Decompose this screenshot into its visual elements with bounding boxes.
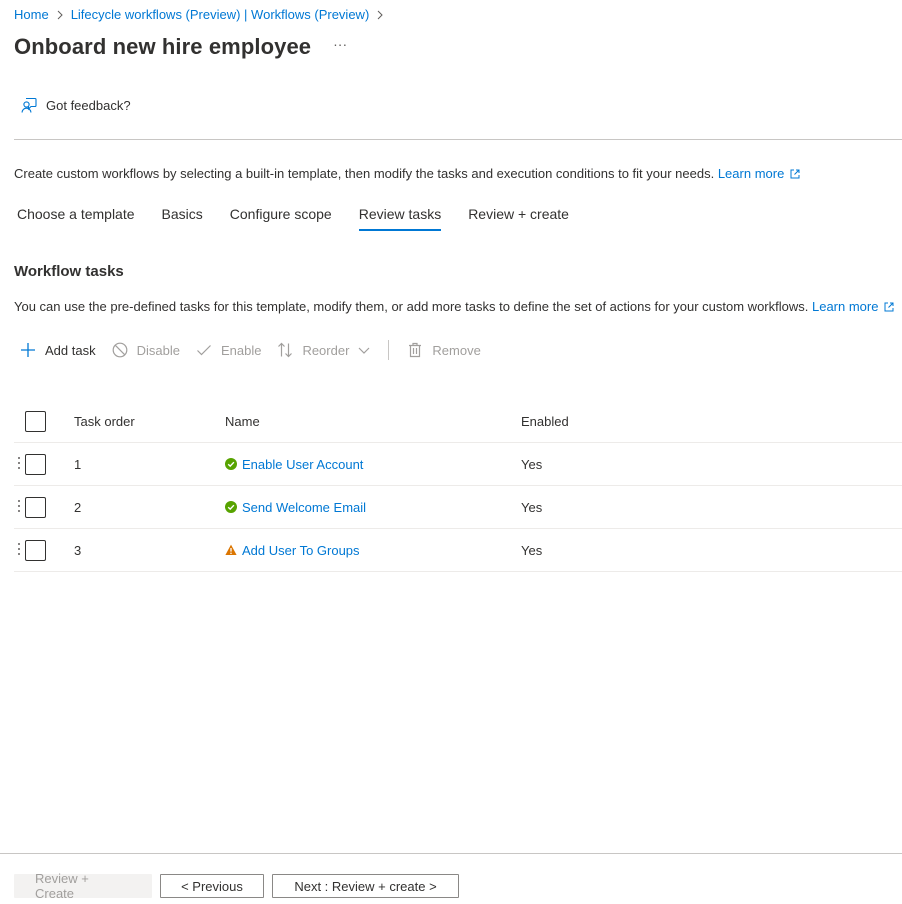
task-name-cell: Add User To Groups (225, 529, 360, 571)
task-name-link[interactable]: Add User To Groups (242, 543, 360, 558)
wizard-tabs: Choose a template Basics Configure scope… (17, 206, 596, 231)
column-header-task-order[interactable]: Task order (74, 400, 135, 442)
breadcrumb-workflows[interactable]: Lifecycle workflows (Preview) | Workflow… (71, 7, 370, 22)
success-icon (225, 501, 237, 513)
reorder-button[interactable]: Reorder (277, 342, 370, 358)
section-description-text: You can use the pre-defined tasks for th… (14, 299, 809, 314)
intro-description: Create custom workflows by selecting a b… (14, 166, 715, 181)
table-row: 3 Add User To Groups Yes (14, 529, 902, 572)
row-select-cell (25, 529, 46, 571)
chevron-right-icon (49, 10, 71, 20)
header-divider (14, 139, 902, 140)
tab-review-tasks[interactable]: Review tasks (358, 206, 442, 231)
task-name-cell: Enable User Account (225, 443, 363, 485)
task-name-cell: Send Welcome Email (225, 486, 366, 528)
column-header-name[interactable]: Name (225, 400, 260, 442)
drag-handle-icon[interactable] (17, 543, 21, 559)
page-header: Onboard new hire employee ··· (14, 34, 347, 60)
select-all-checkbox[interactable] (25, 410, 46, 432)
intro-learn-more-link[interactable]: Learn more (718, 166, 800, 181)
chevron-right-icon (369, 10, 391, 20)
trash-icon (409, 342, 422, 358)
breadcrumb: Home Lifecycle workflows (Preview) | Wor… (14, 7, 391, 22)
disable-button[interactable]: Disable (112, 342, 180, 358)
task-name-link[interactable]: Send Welcome Email (242, 500, 366, 515)
task-enabled: Yes (521, 456, 543, 472)
table-row: 1 Enable User Account Yes (14, 443, 902, 486)
feedback-label: Got feedback? (46, 97, 131, 113)
task-order: 1 (74, 456, 82, 472)
remove-button[interactable]: Remove (407, 342, 481, 358)
section-learn-more-link[interactable]: Learn more (812, 299, 894, 314)
table-header-row: Task order Name Enabled (14, 400, 902, 443)
enable-button[interactable]: Enable (196, 342, 261, 358)
previous-button[interactable]: < Previous (160, 874, 264, 898)
task-enabled: Yes (521, 499, 543, 515)
feedback-icon (21, 97, 37, 113)
checkmark-icon (197, 345, 211, 356)
drag-handle-icon[interactable] (17, 457, 21, 473)
row-checkbox[interactable] (25, 453, 46, 475)
warning-icon (225, 544, 237, 555)
tasks-table: Task order Name Enabled 1 Enable User Ac… (14, 400, 902, 572)
breadcrumb-home[interactable]: Home (14, 7, 49, 22)
plus-icon (21, 343, 35, 357)
tab-configure-scope[interactable]: Configure scope (230, 206, 332, 230)
task-enabled: Yes (521, 542, 543, 558)
drag-handle-icon[interactable] (17, 500, 21, 516)
tab-review-create[interactable]: Review + create (468, 206, 569, 230)
column-header-enabled[interactable]: Enabled (521, 400, 569, 442)
toolbar-divider (388, 340, 390, 360)
row-checkbox[interactable] (25, 496, 46, 518)
select-all-cell (25, 400, 46, 442)
intro-text: Create custom workflows by selecting a b… (14, 166, 800, 181)
tab-choose-template[interactable]: Choose a template (17, 206, 135, 230)
next-button[interactable]: Next : Review + create > (272, 874, 459, 898)
chevron-down-icon (358, 347, 370, 354)
success-icon (225, 458, 237, 470)
task-name-link[interactable]: Enable User Account (242, 457, 363, 472)
tab-basics[interactable]: Basics (162, 206, 203, 230)
row-checkbox[interactable] (25, 539, 46, 561)
reorder-icon (278, 342, 293, 358)
block-icon (112, 342, 127, 358)
row-select-cell (25, 486, 46, 528)
task-toolbar: Add task Disable Enable Reorder Remove (20, 339, 497, 361)
section-title: Workflow tasks (14, 263, 124, 280)
feedback-button[interactable]: Got feedback? (20, 96, 131, 114)
footer-divider (0, 853, 902, 854)
more-options-button[interactable]: ··· (333, 36, 347, 52)
task-order: 3 (74, 542, 82, 558)
external-link-icon (790, 169, 800, 179)
task-order: 2 (74, 499, 82, 515)
table-row: 2 Send Welcome Email Yes (14, 486, 902, 529)
page-title: Onboard new hire employee (14, 34, 312, 59)
review-create-button[interactable]: Review + Create (14, 871, 152, 901)
external-link-icon (884, 302, 894, 312)
add-task-button[interactable]: Add task (20, 342, 96, 358)
section-description: You can use the pre-defined tasks for th… (14, 299, 894, 314)
row-select-cell (25, 443, 46, 485)
wizard-footer: Review + Create < Previous Next : Review… (14, 871, 467, 901)
